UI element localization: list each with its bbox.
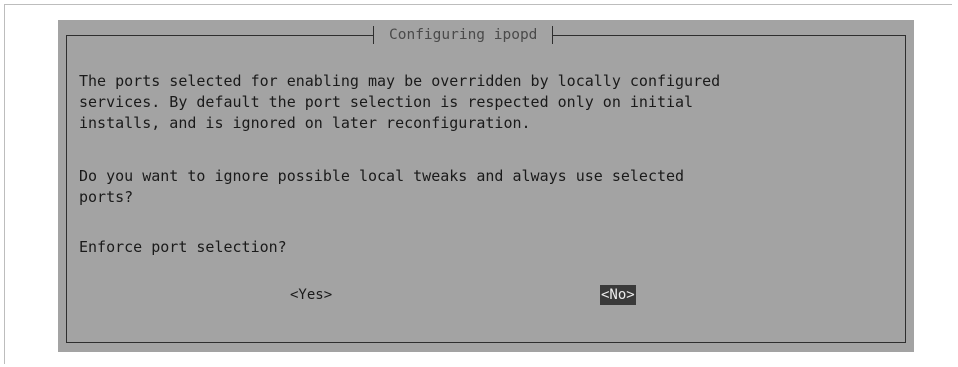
question-text: Do you want to ignore possible local twe…: [79, 166, 684, 208]
debconf-dialog: Configuring ipopd The ports selected for…: [58, 20, 914, 352]
yes-button[interactable]: <Yes>: [290, 285, 332, 305]
description-line: installs, and is ignored on later reconf…: [79, 114, 531, 132]
description-line: services. By default the port selection …: [79, 93, 694, 111]
description-text: The ports selected for enabling may be o…: [79, 71, 720, 134]
prompt-text: Enforce port selection?: [79, 238, 287, 256]
question-line: Do you want to ignore possible local twe…: [79, 167, 685, 185]
question-line: ports?: [79, 188, 134, 206]
dialog-title: Configuring ipopd: [373, 23, 554, 47]
no-button[interactable]: <No>: [600, 285, 636, 305]
description-line: The ports selected for enabling may be o…: [79, 72, 721, 90]
